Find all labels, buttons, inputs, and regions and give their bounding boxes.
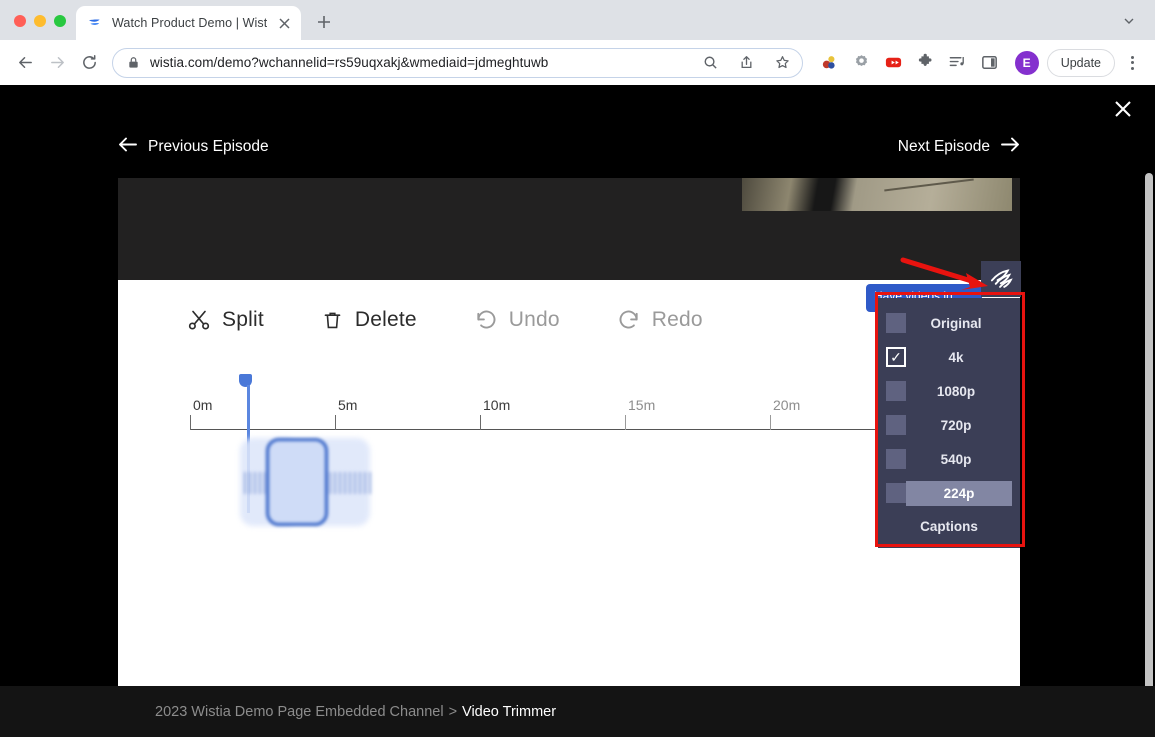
reading-list-panel-icon[interactable] bbox=[977, 50, 1003, 76]
next-episode-label: Next Episode bbox=[897, 138, 990, 155]
redo-icon bbox=[618, 309, 640, 331]
annotation-arrow bbox=[900, 257, 988, 290]
playhead-handle[interactable] bbox=[239, 374, 252, 387]
tab-close-icon[interactable] bbox=[275, 14, 293, 32]
close-window-button[interactable] bbox=[14, 15, 26, 27]
wistia-favicon bbox=[89, 19, 100, 25]
puzzle-extensions-icon[interactable] bbox=[913, 50, 939, 76]
page-scrollbar[interactable] bbox=[1145, 173, 1153, 733]
lock-icon bbox=[129, 57, 138, 68]
video-preview-frame[interactable] bbox=[118, 178, 1020, 280]
ruler-tick bbox=[190, 415, 191, 430]
clip-track[interactable] bbox=[226, 438, 966, 538]
ruler-tick bbox=[625, 415, 626, 430]
gear-extension-icon[interactable] bbox=[849, 50, 875, 76]
clip-segment-selected[interactable] bbox=[266, 438, 328, 526]
timeline-ruler[interactable]: 0m 5m 10m 15m 20m bbox=[172, 374, 966, 513]
new-tab-button[interactable] bbox=[310, 8, 338, 36]
breadcrumb-current: Video Trimmer bbox=[462, 703, 557, 720]
url-text: wistia.com/demo?wchannelid=rs59uqxakj&wm… bbox=[150, 55, 549, 70]
split-button[interactable]: Split bbox=[188, 308, 264, 332]
ruler-baseline bbox=[190, 429, 966, 430]
breadcrumb-parent[interactable]: 2023 Wistia Demo Page Embedded Channel bbox=[155, 704, 444, 720]
split-label: Split bbox=[222, 308, 264, 331]
star-icon[interactable] bbox=[770, 50, 796, 76]
episode-navigation: Previous Episode Next Episode bbox=[118, 137, 1020, 157]
back-arrow-icon[interactable] bbox=[10, 48, 40, 78]
browser-toolbar: wistia.com/demo?wchannelid=rs59uqxakj&wm… bbox=[0, 40, 1155, 85]
previous-episode-link[interactable]: Previous Episode bbox=[118, 137, 269, 157]
color-palette-extension-icon[interactable] bbox=[817, 50, 843, 76]
breadcrumb-separator: > bbox=[448, 703, 458, 720]
minimize-window-button[interactable] bbox=[34, 15, 46, 27]
chevron-down-icon[interactable] bbox=[1115, 7, 1143, 35]
ruler-tick-label: 15m bbox=[628, 397, 656, 413]
close-icon[interactable] bbox=[1109, 95, 1137, 123]
redo-label: Redo bbox=[651, 308, 703, 331]
video-still-thumbnail bbox=[742, 178, 1012, 211]
undo-icon bbox=[475, 309, 497, 331]
ruler-tick bbox=[480, 415, 481, 430]
footer-breadcrumb-bar: 2023 Wistia Demo Page Embedded Channel >… bbox=[0, 686, 1155, 737]
browser-tab[interactable]: Watch Product Demo | Wistia V bbox=[76, 6, 301, 40]
youtube-downloader-extension-icon[interactable] bbox=[881, 50, 907, 76]
next-episode-link[interactable]: Next Episode bbox=[898, 137, 1020, 157]
ruler-tick bbox=[770, 415, 771, 430]
avatar[interactable]: E bbox=[1014, 50, 1039, 75]
browser-window: Watch Product Demo | Wistia V bbox=[0, 0, 1155, 737]
scissors-icon bbox=[188, 309, 210, 331]
window-controls bbox=[0, 15, 76, 40]
update-button[interactable]: Update bbox=[1046, 48, 1115, 77]
share-icon[interactable] bbox=[734, 50, 760, 76]
page-viewport: Previous Episode Next Episode Split Dele… bbox=[0, 85, 1155, 737]
redo-button[interactable]: Redo bbox=[618, 308, 703, 332]
undo-label: Undo bbox=[508, 308, 560, 331]
delete-label: Delete bbox=[354, 308, 417, 331]
ruler-tick-label: 0m bbox=[193, 397, 213, 413]
annotation-highlight-box bbox=[875, 292, 1025, 547]
tab-strip: Watch Product Demo | Wistia V bbox=[0, 0, 1155, 40]
arrow-left-icon bbox=[118, 137, 137, 157]
ruler-tick-label: 20m bbox=[773, 397, 801, 413]
ruler-tick-label: 10m bbox=[483, 397, 511, 413]
playlist-music-extension-icon[interactable] bbox=[945, 50, 971, 76]
forward-arrow-icon bbox=[42, 48, 72, 78]
kebab-menu-icon[interactable] bbox=[1119, 50, 1145, 76]
trash-icon bbox=[322, 310, 343, 331]
reload-icon[interactable] bbox=[74, 48, 104, 78]
ruler-tick bbox=[335, 415, 336, 430]
address-bar[interactable]: wistia.com/demo?wchannelid=rs59uqxakj&wm… bbox=[112, 47, 803, 78]
search-icon[interactable] bbox=[698, 50, 724, 76]
undo-button[interactable]: Undo bbox=[475, 308, 560, 332]
tab-title: Watch Product Demo | Wistia V bbox=[112, 16, 267, 30]
delete-button[interactable]: Delete bbox=[322, 308, 417, 332]
previous-episode-label: Previous Episode bbox=[148, 138, 269, 155]
maximize-window-button[interactable] bbox=[54, 15, 66, 27]
arrow-right-icon bbox=[1001, 137, 1020, 157]
ruler-tick-label: 5m bbox=[338, 397, 358, 413]
